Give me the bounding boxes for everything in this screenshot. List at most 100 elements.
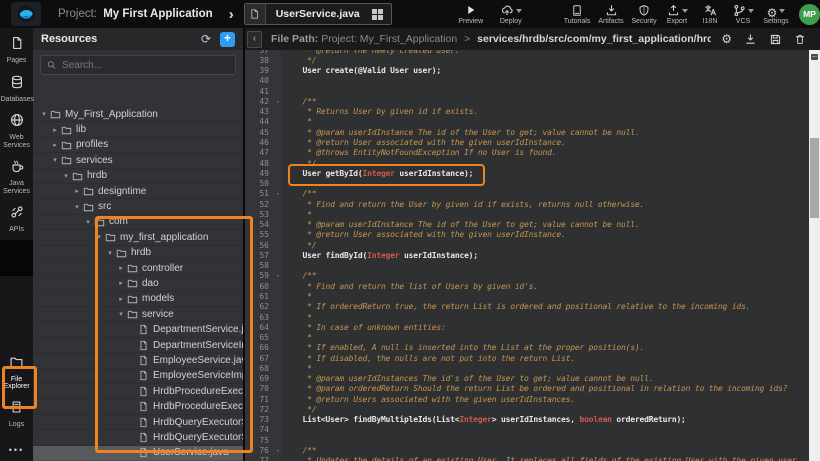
add-resource-button[interactable]: + [220, 32, 235, 47]
delete-icon[interactable] [794, 33, 806, 46]
code-line-50[interactable]: 50 [245, 178, 809, 188]
expand-arrow-icon[interactable]: ▸ [116, 264, 126, 272]
tree-item-departmentserviceimpl-java[interactable]: DepartmentServiceImpl.java [33, 338, 243, 353]
fold-marker-icon[interactable]: - [272, 189, 284, 198]
settings-gear-icon[interactable]: ⚙ [721, 33, 732, 46]
code-line-41[interactable]: 41 [245, 86, 809, 96]
collapse-arrow-icon[interactable]: ▾ [116, 310, 126, 318]
tree-item-src[interactable]: ▾src [33, 199, 243, 214]
code-line-54[interactable]: 54 * @param userIdInstance The id of the… [245, 220, 809, 230]
expand-arrow-icon[interactable]: ▸ [116, 295, 126, 303]
code-line-68[interactable]: 68 * [245, 363, 809, 373]
tree-item-hrdbprocedureexecutorse[interactable]: HrdbProcedureExecutorSe [33, 399, 243, 414]
tree-item-lib[interactable]: ▸lib [33, 122, 243, 137]
expand-arrow-icon[interactable]: ▸ [72, 187, 82, 195]
tree-item-hrdb[interactable]: ▾hrdb [33, 169, 243, 184]
toolbar-button-vcs[interactable]: VCS [730, 4, 756, 25]
tree-item-models[interactable]: ▸models [33, 292, 243, 307]
tree-item-employeeservice-java[interactable]: EmployeeService.java [33, 353, 243, 368]
tree-item-hrdbqueryexecutorservice[interactable]: HrdbQueryExecutorService [33, 430, 243, 445]
code-line-73[interactable]: 73 List<User> findByMultipleIds(List<Int… [245, 415, 809, 425]
tree-item-hrdb[interactable]: ▾hrdb [33, 246, 243, 261]
code-line-75[interactable]: 75 [245, 435, 809, 445]
sidebar-item-java-services[interactable]: Java Services [0, 159, 33, 195]
tree-item-departmentservice-java[interactable]: DepartmentService.java [33, 322, 243, 337]
code-line-38[interactable]: 38 */ [245, 55, 809, 65]
code-line-46[interactable]: 46 * @return User associated with the gi… [245, 137, 809, 147]
code-line-69[interactable]: 69 * @param userIdInstances The id's of … [245, 374, 809, 384]
collapse-arrow-icon[interactable]: ▾ [94, 233, 104, 241]
code-line-56[interactable]: 56 */ [245, 240, 809, 250]
code-line-44[interactable]: 44 * [245, 117, 809, 127]
tree-item-controller[interactable]: ▸controller [33, 261, 243, 276]
code-line-71[interactable]: 71 * @return Users associated with the g… [245, 394, 809, 404]
toolbar-button-security[interactable]: Security [631, 4, 657, 25]
code-line-55[interactable]: 55 * @return User associated with the gi… [245, 230, 809, 240]
download-icon[interactable] [744, 33, 757, 46]
sidebar-more-button[interactable]: ••• [9, 445, 24, 455]
code-line-53[interactable]: 53 * [245, 209, 809, 219]
sidebar-item-web-services[interactable]: Web Services [0, 113, 33, 149]
code-lines[interactable]: 37 * @return The newly created User.38 *… [245, 50, 809, 461]
tree-item-employeeserviceimpl-java[interactable]: EmployeeServiceImpl.java [33, 369, 243, 384]
code-line-58[interactable]: 58 [245, 261, 809, 271]
collapse-panel-icon[interactable]: ‹ [247, 31, 262, 48]
fold-marker-icon[interactable]: - [272, 446, 284, 455]
tree-item-hrdbprocedureexecutorse[interactable]: HrdbProcedureExecutorSe [33, 384, 243, 399]
code-line-66[interactable]: 66 * If enabled, A null is inserted into… [245, 343, 809, 353]
code-line-77[interactable]: 77 * Updates the details of an existing … [245, 456, 809, 461]
code-line-64[interactable]: 64 * In case of unknown entities: [245, 322, 809, 332]
fold-marker-icon[interactable]: - [272, 97, 284, 106]
code-line-61[interactable]: 61 * [245, 291, 809, 301]
tree-item-dao[interactable]: ▸dao [33, 276, 243, 291]
tree-item-com[interactable]: ▾com [33, 215, 243, 230]
collapse-arrow-icon[interactable]: ▾ [39, 110, 49, 118]
code-line-51[interactable]: 51- /** [245, 189, 809, 199]
code-line-52[interactable]: 52 * Find and return the User by given i… [245, 199, 809, 209]
code-line-39[interactable]: 39 User create(@Valid User user); [245, 66, 809, 76]
sidebar-item-file-explorer[interactable]: File Explorer [0, 355, 33, 391]
collapse-arrow-icon[interactable]: ▾ [105, 249, 115, 257]
code-line-60[interactable]: 60 * Find and return the list of Users b… [245, 281, 809, 291]
code-editor[interactable]: 37 * @return The newly created User.38 *… [245, 50, 820, 461]
expand-arrow-icon[interactable]: ▸ [116, 279, 126, 287]
code-line-42[interactable]: 42- /** [245, 96, 809, 106]
code-line-65[interactable]: 65 * [245, 332, 809, 342]
sidebar-item-databases[interactable]: Databases [0, 75, 33, 104]
sidebar-item-logs[interactable]: Logs [0, 400, 33, 429]
save-icon[interactable] [769, 33, 782, 46]
tree-item-userservice-java[interactable]: UserService.java [33, 446, 243, 461]
toolbar-button-deploy[interactable]: Deploy [498, 4, 524, 25]
sidebar-item-apis[interactable]: APIs [0, 205, 33, 234]
code-line-63[interactable]: 63 * [245, 312, 809, 322]
toolbar-button-i18n[interactable]: I18N [697, 4, 723, 25]
collapse-arrow-icon[interactable]: ▾ [83, 218, 93, 226]
code-line-67[interactable]: 67 * If disabled, the nulls are not put … [245, 353, 809, 363]
code-line-40[interactable]: 40 [245, 76, 809, 86]
user-avatar[interactable]: MP [799, 4, 820, 25]
code-line-72[interactable]: 72 */ [245, 404, 809, 414]
code-line-70[interactable]: 70 * @param orderedReturn Should the ret… [245, 384, 809, 394]
refresh-icon[interactable]: ⟳ [201, 33, 211, 45]
code-line-47[interactable]: 47 * @throws EntityNotFoundException If … [245, 148, 809, 158]
toolbar-button-tutorials[interactable]: Tutorials [564, 4, 591, 25]
toolbar-button-export[interactable]: Export [664, 4, 690, 25]
code-line-62[interactable]: 62 * If orderedReturn true, the return L… [245, 302, 809, 312]
sidebar-item-pages[interactable]: Pages [0, 36, 33, 65]
code-line-57[interactable]: 57 User findById(Integer userIdInstance)… [245, 250, 809, 260]
code-line-48[interactable]: 48 */ [245, 158, 809, 168]
tree-item-services[interactable]: ▾services [33, 153, 243, 168]
code-line-76[interactable]: 76- /** [245, 445, 809, 455]
collapse-arrow-icon[interactable]: ▾ [50, 156, 60, 164]
toolbar-button-settings[interactable]: ⚙Settings [763, 4, 789, 25]
project-breadcrumb[interactable]: Project: My First Application [58, 8, 213, 20]
open-file-tab[interactable]: UserService.java [244, 3, 392, 25]
code-line-45[interactable]: 45 * @param userIdInstance The id of the… [245, 127, 809, 137]
tree-item-my-first-application[interactable]: ▾my_first_application [33, 230, 243, 245]
tree-item-designtime[interactable]: ▸designtime [33, 184, 243, 199]
editor-scrollbar[interactable] [809, 50, 820, 461]
collapse-arrow-icon[interactable]: ▾ [72, 203, 82, 211]
code-line-43[interactable]: 43 * Returns User by given id if exists. [245, 107, 809, 117]
code-line-59[interactable]: 59- /** [245, 271, 809, 281]
grid-view-icon[interactable] [372, 9, 383, 20]
